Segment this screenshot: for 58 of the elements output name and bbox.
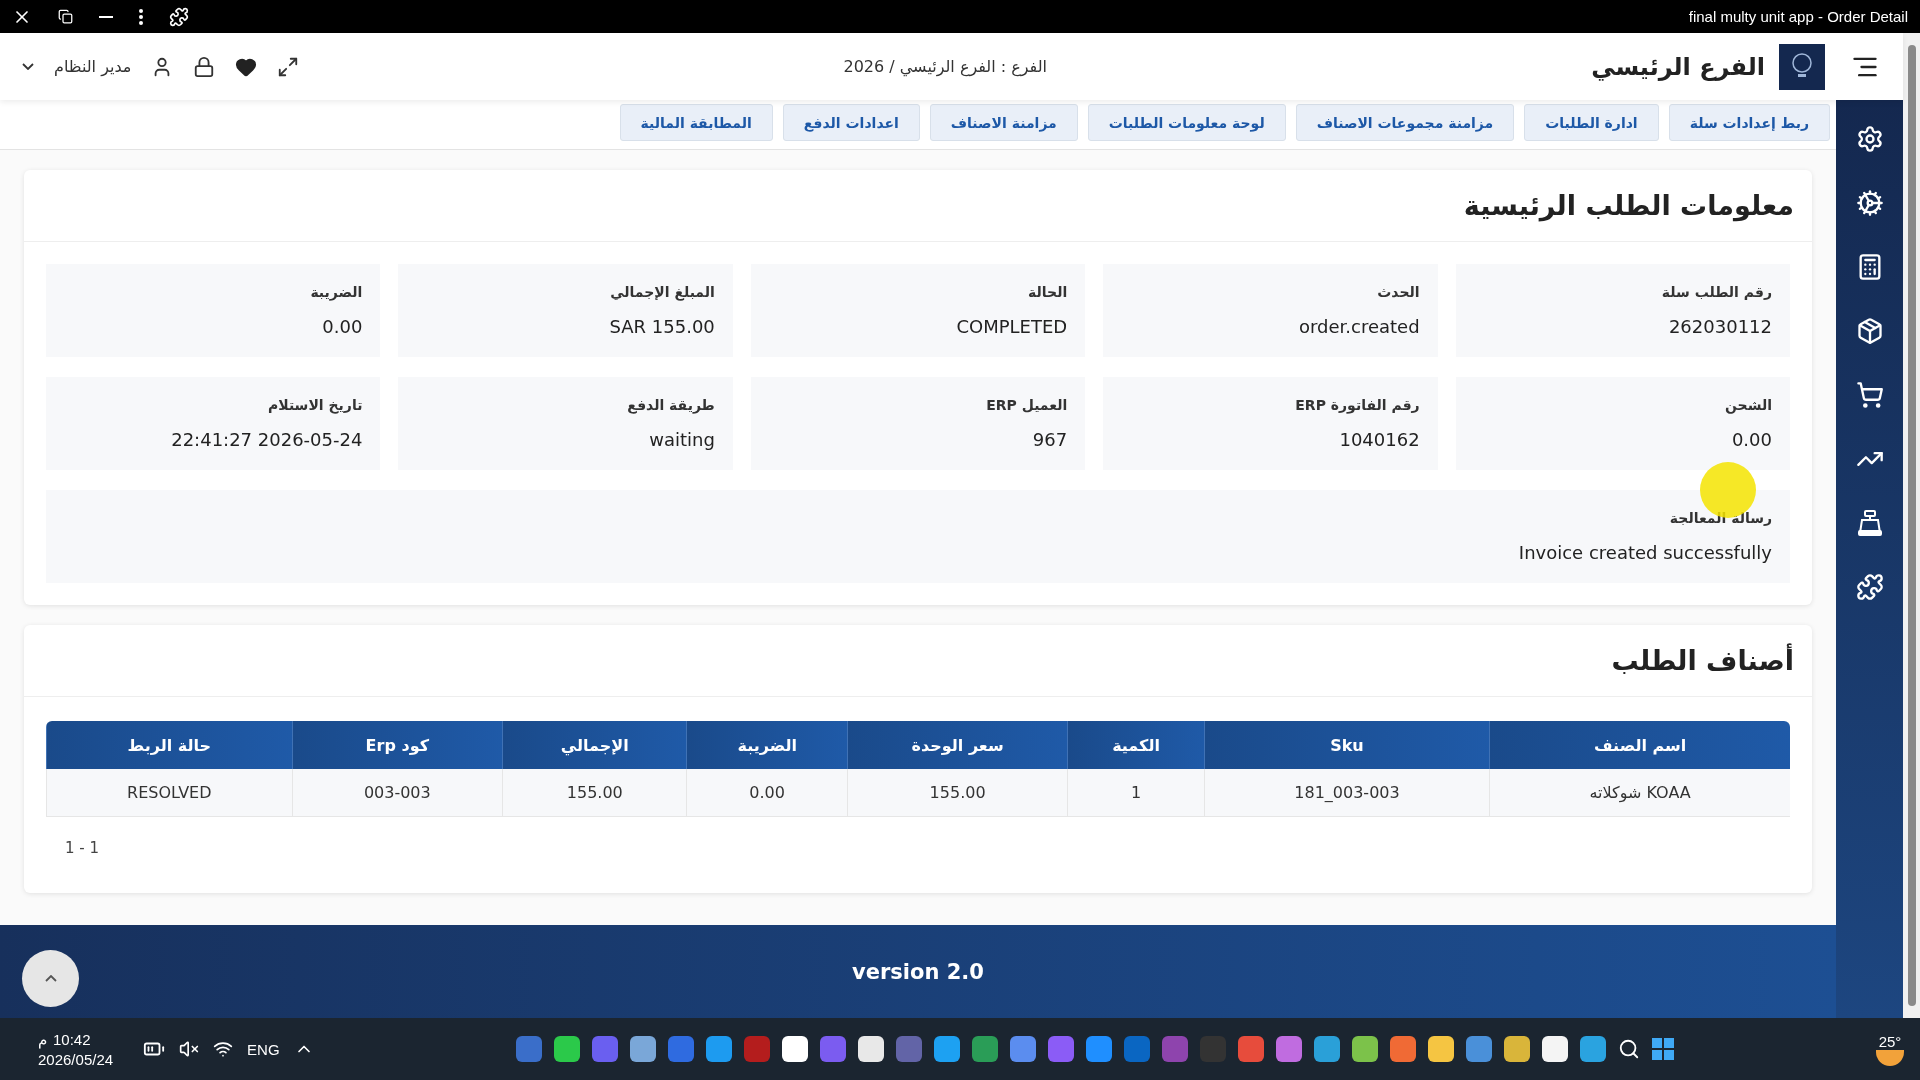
clock-date: 2026/05/24 xyxy=(38,1050,114,1068)
tab[interactable]: مزامنة الاصناف xyxy=(929,104,1078,141)
card-title: معلومات الطلب الرئيسية xyxy=(24,170,1812,242)
field-label: الحالة xyxy=(1027,284,1068,300)
field-value: order.created xyxy=(1297,316,1420,337)
field-label: رسالة المعالجة xyxy=(1668,510,1772,526)
table-cell: 0.00 xyxy=(686,769,847,817)
column-header: الكمية xyxy=(1067,721,1204,769)
branch-title: الفرع الرئيسي xyxy=(1591,52,1765,81)
field-label: رقم الفاتورة ERP xyxy=(1294,397,1420,413)
column-header: سعر الوحدة xyxy=(846,721,1068,769)
field-value: SAR 155.00 xyxy=(608,316,715,337)
clock-period: م xyxy=(38,1030,47,1049)
field-label: الشحن xyxy=(1724,397,1772,413)
field-value: Invoice created successfully xyxy=(1517,542,1772,563)
tab[interactable]: مزامنة مجموعات الاصناف xyxy=(1295,104,1515,141)
tab[interactable]: لوحة معلومات الطلبات xyxy=(1087,104,1286,141)
tab[interactable]: اعدادات الدفع xyxy=(782,104,920,141)
version-text: version 2.0 xyxy=(852,959,984,984)
column-header: الإجمالي xyxy=(502,721,687,769)
column-header: الضريبة xyxy=(686,721,847,769)
weather-temperature: 25° xyxy=(1878,1032,1902,1050)
column-header: كود Erp xyxy=(291,721,503,769)
tab[interactable]: المطابقة المالية xyxy=(619,104,773,141)
column-header: Sku xyxy=(1203,721,1490,769)
table-cell: شوكلاته KOAA xyxy=(1489,769,1790,817)
tab[interactable]: ربط إعدادات سلة xyxy=(1668,104,1830,141)
field-label: العميل ERP xyxy=(985,397,1068,413)
table-cell: 181_003-003 xyxy=(1203,769,1490,817)
field-label: رقم الطلب سلة xyxy=(1660,284,1772,300)
table-cell: 155.00 xyxy=(846,769,1068,817)
field-value: 1040162 xyxy=(1338,429,1420,450)
user-name[interactable]: مدير النظام xyxy=(54,57,132,76)
field-label: المبلغ الإجمالي xyxy=(609,284,715,300)
card-title: أصناف الطلب xyxy=(24,625,1812,697)
pagination-text: 1 - 1 xyxy=(65,839,100,857)
field-value: 0.00 xyxy=(1730,429,1772,450)
table-cell: 1 xyxy=(1067,769,1204,817)
field-value: 967 xyxy=(1031,429,1068,450)
table-cell: 003-003 xyxy=(291,769,503,817)
column-header: اسم الصنف xyxy=(1489,721,1790,769)
language-indicator[interactable]: ENG xyxy=(247,1040,280,1058)
field-value: 0.00 xyxy=(321,316,363,337)
table-cell: RESOLVED xyxy=(46,769,292,817)
clock-time: 10:42 xyxy=(53,1030,91,1049)
field-value: 262030112 xyxy=(1667,316,1772,337)
field-label: تاريخ الاستلام xyxy=(267,397,363,413)
field-value: COMPLETED xyxy=(955,316,1068,337)
column-header: حالة الربط xyxy=(46,721,292,769)
breadcrumb: الفرع : الفرع الرئيسي / 2026 xyxy=(843,57,1048,76)
field-value: waiting xyxy=(648,429,715,450)
field-value: 2026-05-24 22:41:27 xyxy=(170,429,363,450)
tab[interactable]: ادارة الطلبات xyxy=(1524,104,1659,141)
field-label: طريقة الدفع xyxy=(626,397,715,413)
field-label: الحدث xyxy=(1376,284,1420,300)
field-label: الضريبة xyxy=(309,284,363,300)
table-cell: 155.00 xyxy=(502,769,687,817)
window-title: final multy unit app - Order Detail xyxy=(1688,8,1908,25)
